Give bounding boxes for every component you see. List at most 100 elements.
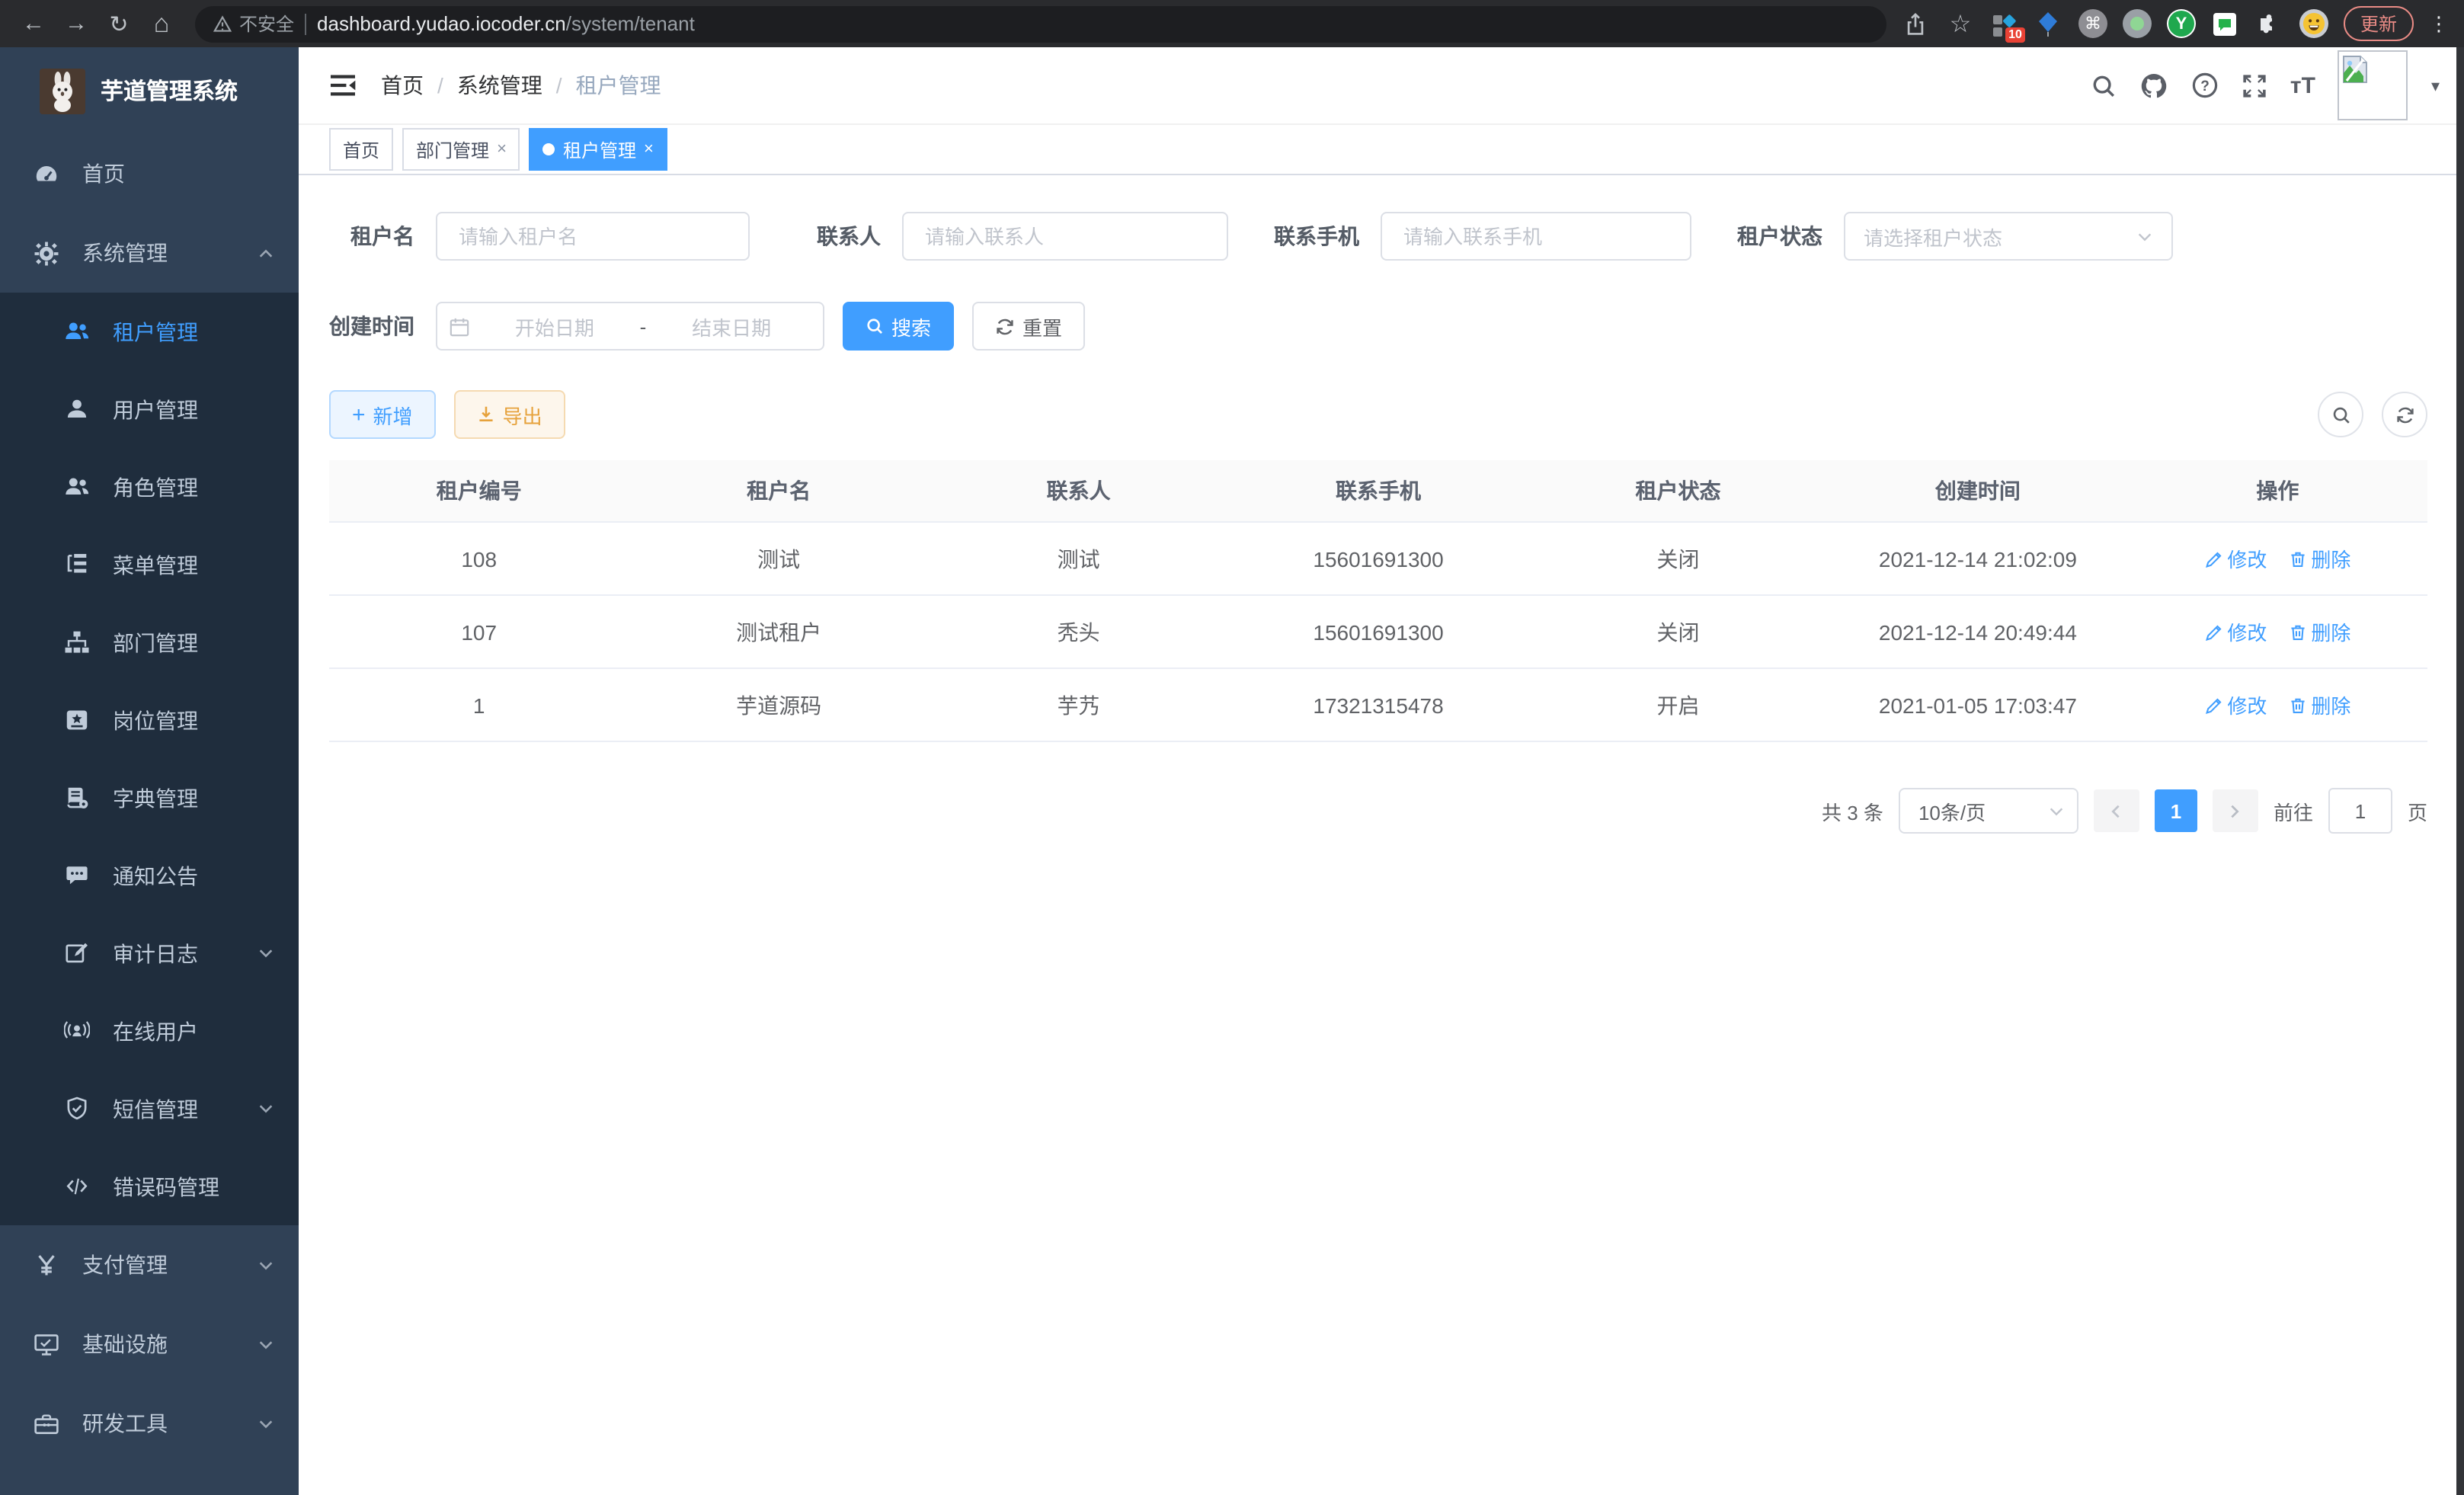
breadcrumb-home[interactable]: 首页: [381, 70, 424, 101]
sidebar-item-system[interactable]: 系统管理: [0, 213, 299, 293]
date-range-picker[interactable]: 开始日期 - 结束日期: [436, 302, 824, 351]
search-button[interactable]: 搜索: [843, 302, 954, 351]
breadcrumb-section[interactable]: 系统管理: [457, 70, 542, 101]
chevron-down-icon: [258, 1415, 274, 1432]
refresh-table-button[interactable]: [2382, 392, 2427, 437]
address-separator: [305, 13, 306, 34]
sidebar-item-infra[interactable]: 基础设施: [0, 1305, 299, 1384]
trash-icon: [2288, 696, 2306, 714]
edit-link[interactable]: 修改: [2204, 690, 2267, 719]
peoples-icon: [64, 474, 90, 500]
font-size-icon[interactable]: тT: [2290, 72, 2315, 98]
add-button[interactable]: + 新增: [329, 390, 436, 439]
tenant-status-select[interactable]: 请选择租户状态: [1844, 212, 2173, 261]
trash-icon: [2288, 623, 2306, 641]
header-search-icon[interactable]: [2091, 72, 2117, 98]
screen: ← → ↻ ⌂ 不安全 dashboard.yudao.iocoder.cn/s…: [0, 0, 2464, 1495]
chevron-down-icon: [258, 1336, 274, 1353]
sidebar-item-dept[interactable]: 部门管理: [0, 603, 299, 681]
reset-button[interactable]: 重置: [972, 302, 1085, 351]
sidebar-item-notice[interactable]: 通知公告: [0, 837, 299, 914]
app-title: 芋道管理系统: [101, 75, 238, 107]
browser-reload-button[interactable]: ↻: [101, 5, 137, 42]
delete-link[interactable]: 删除: [2288, 544, 2350, 573]
tenant-name-input-wrap: [436, 212, 750, 261]
extension-grid-icon[interactable]: 10: [1990, 9, 2019, 38]
prev-page-button[interactable]: [2094, 789, 2139, 832]
edit-link[interactable]: 修改: [2204, 544, 2267, 573]
code-icon: [64, 1173, 90, 1199]
sidebar-logo[interactable]: 芋道管理系统: [0, 47, 299, 134]
edit-log-icon: [64, 940, 90, 966]
dictionary-icon: [64, 785, 90, 811]
sidebar-item-home[interactable]: 首页: [0, 134, 299, 213]
pagination: 共 3 条 10条/页 1 前往 页: [329, 788, 2427, 834]
tree-table-icon: [64, 552, 90, 578]
close-icon[interactable]: ×: [644, 140, 654, 158]
show-search-button[interactable]: [2318, 392, 2363, 437]
security-warning[interactable]: 不安全: [213, 11, 294, 37]
calendar-icon: [450, 316, 469, 336]
phone-input[interactable]: [1400, 223, 1672, 249]
contact-input[interactable]: [922, 223, 1208, 249]
browser-menu-icon[interactable]: ⋮: [2429, 11, 2449, 36]
address-bar[interactable]: 不安全 dashboard.yudao.iocoder.cn/system/te…: [195, 5, 1886, 42]
chevron-down-icon: [258, 945, 274, 962]
tenant-name-input[interactable]: [456, 223, 730, 249]
page-number-1[interactable]: 1: [2155, 789, 2197, 832]
download-icon: [477, 405, 495, 424]
toolbox-icon: [34, 1410, 59, 1436]
y-extension-icon[interactable]: Y: [2167, 9, 2196, 38]
emoji-extension-icon[interactable]: [2299, 9, 2328, 38]
sidebar-item-dict[interactable]: 字典管理: [0, 759, 299, 837]
avatar[interactable]: [2338, 50, 2408, 120]
share-icon[interactable]: [1902, 9, 1931, 38]
sidebar-item-tenant[interactable]: 租户管理: [0, 293, 299, 370]
url-text: dashboard.yudao.iocoder.cn/system/tenant: [317, 12, 695, 35]
recorder-extension-icon[interactable]: [2123, 9, 2152, 38]
delete-link[interactable]: 删除: [2288, 617, 2350, 646]
goto-page-input[interactable]: [2328, 788, 2392, 834]
next-page-button[interactable]: [2213, 789, 2258, 832]
sidebar-item-menu[interactable]: 菜单管理: [0, 526, 299, 603]
browser-home-button[interactable]: ⌂: [143, 5, 180, 42]
edit-link[interactable]: 修改: [2204, 617, 2267, 646]
delete-link[interactable]: 删除: [2288, 690, 2350, 719]
sidebar-item-post[interactable]: 岗位管理: [0, 681, 299, 759]
avatar-caret-icon[interactable]: ▾: [2431, 75, 2440, 95]
sidebar-item-pay[interactable]: 支付管理: [0, 1225, 299, 1305]
status-label: 租户状态: [1737, 221, 1822, 251]
sidebar-item-user[interactable]: 用户管理: [0, 370, 299, 448]
chat-extension-icon[interactable]: [2211, 9, 2240, 38]
top-navbar: 首页 / 系统管理 / 租户管理 ?: [299, 47, 2464, 123]
fullscreen-icon[interactable]: [2242, 72, 2267, 98]
browser-update-button[interactable]: 更新: [2344, 6, 2414, 41]
browser-forward-button[interactable]: →: [58, 5, 94, 42]
sidebar-item-online-users[interactable]: 在线用户: [0, 992, 299, 1070]
tag-tenant[interactable]: 租户管理×: [530, 128, 667, 171]
sidebar-item-role[interactable]: 角色管理: [0, 448, 299, 526]
bookmark-star-icon[interactable]: ☆: [1946, 9, 1975, 38]
export-button[interactable]: 导出: [454, 390, 565, 439]
command-extension-icon[interactable]: ⌘: [2078, 9, 2107, 38]
chevron-down-icon: [2136, 228, 2153, 245]
close-icon[interactable]: ×: [497, 140, 507, 158]
hamburger-collapse-icon[interactable]: [329, 73, 357, 98]
tag-home[interactable]: 首页: [329, 128, 393, 171]
post-badge-icon: [64, 707, 90, 733]
sidebar-item-dev-tools[interactable]: 研发工具: [0, 1384, 299, 1463]
sidebar-item-sms[interactable]: 短信管理: [0, 1070, 299, 1148]
puzzle-extension-icon[interactable]: [2255, 9, 2284, 38]
tag-dept[interactable]: 部门管理×: [402, 128, 520, 171]
github-icon[interactable]: [2139, 71, 2168, 100]
online-user-icon: [64, 1018, 90, 1044]
kite-extension-icon[interactable]: [2034, 9, 2063, 38]
browser-back-button[interactable]: ←: [15, 5, 52, 42]
sidebar-item-error-code[interactable]: 错误码管理: [0, 1148, 299, 1225]
dashboard-icon: [34, 161, 59, 187]
gear-icon: [34, 240, 59, 266]
help-icon[interactable]: ?: [2191, 72, 2219, 99]
shield-icon: [64, 1096, 90, 1122]
page-size-select[interactable]: 10条/页: [1899, 788, 2078, 834]
sidebar-item-audit-log[interactable]: 审计日志: [0, 914, 299, 992]
